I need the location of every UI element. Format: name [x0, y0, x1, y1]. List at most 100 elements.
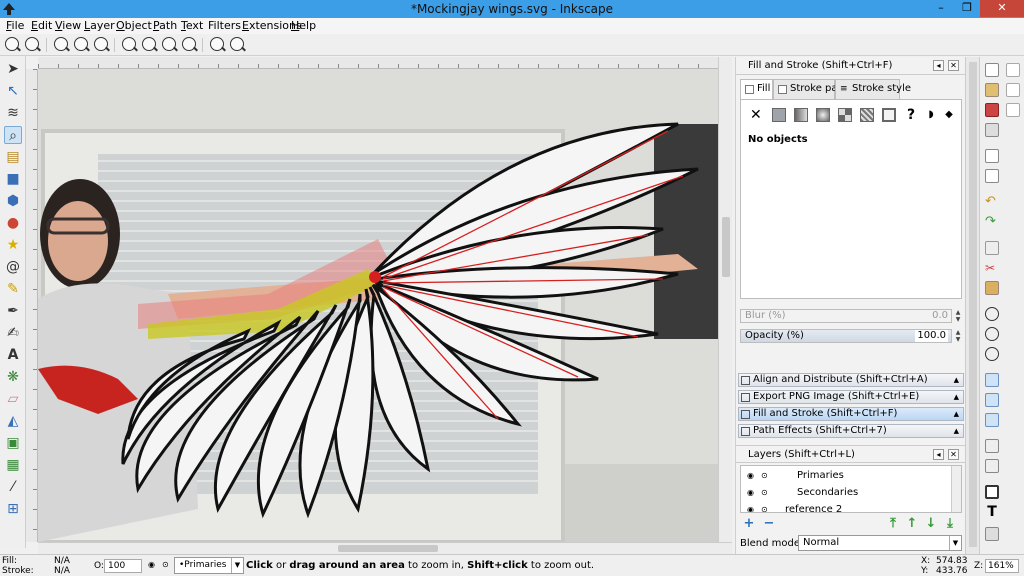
dropper-tool-icon[interactable]: ⁄	[4, 478, 22, 496]
dock-fill-stroke[interactable]: Fill and Stroke (Shift+Ctrl+F) ▲	[738, 407, 964, 421]
panel-close-icon[interactable]: ✕	[948, 60, 959, 71]
zoom-drawing-icon[interactable]	[985, 327, 999, 341]
tab-stroke-paint[interactable]: Stroke paint	[773, 79, 851, 99]
close-button[interactable]: ✕	[980, 0, 1024, 17]
mesh-gradient-icon[interactable]	[838, 108, 852, 122]
radial-gradient-icon[interactable]	[816, 108, 830, 122]
save-icon[interactable]	[985, 103, 999, 117]
pen-tool-icon[interactable]: ✒	[4, 302, 22, 320]
clone-icon[interactable]	[985, 393, 999, 407]
flat-color-icon[interactable]	[772, 108, 786, 122]
opacity-spinbox[interactable]: 100	[104, 559, 142, 573]
copy-icon[interactable]	[985, 241, 999, 255]
unlock-icon[interactable]: ⊙	[761, 502, 768, 512]
menu-file[interactable]: File	[6, 19, 24, 32]
zoom-2-1-icon[interactable]	[94, 37, 108, 51]
current-layer-select[interactable]: •Primaries ▼	[174, 557, 244, 574]
unlink-clone-icon[interactable]	[985, 413, 999, 427]
new-document-icon[interactable]	[985, 63, 999, 77]
blur-spinner[interactable]: ▲ ▼	[954, 309, 962, 323]
menu-edit[interactable]: Edit	[31, 19, 52, 32]
lower-layer-to-bottom-icon[interactable]: ⤓	[943, 517, 957, 531]
zoom-in-icon[interactable]	[5, 37, 19, 51]
blur-slider[interactable]: Blur (%) 0.0	[740, 309, 952, 323]
linear-gradient-icon[interactable]	[794, 108, 808, 122]
pattern-icon[interactable]	[860, 108, 874, 122]
connector-tool-icon[interactable]: ⊞	[4, 500, 22, 518]
snap-toggle-icon[interactable]	[1006, 63, 1020, 77]
ellipse-tool-icon[interactable]: ●	[4, 214, 22, 232]
zoom-page-icon[interactable]	[162, 37, 176, 51]
spiral-tool-icon[interactable]: @	[4, 258, 22, 276]
open-document-icon[interactable]	[985, 83, 999, 97]
zoom-spinbox[interactable]: 161%	[985, 559, 1019, 573]
unlock-icon[interactable]: ⊙	[761, 485, 768, 501]
group-icon[interactable]	[985, 439, 999, 453]
menu-filters[interactable]: Filters	[208, 19, 241, 32]
stroke-indicator-value[interactable]: N/A	[54, 566, 70, 576]
import-icon[interactable]	[985, 149, 999, 163]
panel-iconify-icon[interactable]: ◂	[933, 449, 944, 460]
raise-layer-icon[interactable]: ↑	[905, 517, 919, 531]
zoom-selection-icon[interactable]	[122, 37, 136, 51]
paste-icon[interactable]	[985, 281, 999, 295]
star-tool-icon[interactable]: ★	[4, 236, 22, 254]
menu-object[interactable]: Object	[116, 19, 152, 32]
swatch-icon[interactable]	[882, 108, 896, 122]
zoom-next-icon[interactable]	[230, 37, 244, 51]
zoom-selection-icon[interactable]	[985, 307, 999, 321]
fill-rule-evenodd-icon[interactable]: ◗	[924, 108, 938, 122]
export-icon[interactable]	[985, 169, 999, 183]
tab-stroke-style[interactable]: ≡ Stroke style	[835, 79, 911, 99]
gradient-tool-icon[interactable]: ▣	[4, 434, 22, 452]
raise-layer-to-top-icon[interactable]: ⤒	[886, 517, 900, 531]
layers-scrollbar[interactable]	[951, 466, 961, 512]
snap-edges-icon[interactable]	[1006, 103, 1020, 117]
zoom-out-icon[interactable]	[25, 37, 39, 51]
opacity-slider[interactable]: Opacity (%) 100.0	[740, 329, 952, 343]
opacity-spinner[interactable]: ▲ ▼	[954, 329, 962, 343]
drawing-canvas[interactable]	[38, 69, 718, 542]
horizontal-ruler[interactable]	[38, 57, 718, 69]
undo-icon[interactable]: ↶	[985, 195, 999, 209]
spray-tool-icon[interactable]: ❋	[4, 368, 22, 386]
panel-close-icon[interactable]: ✕	[948, 449, 959, 460]
blend-mode-select[interactable]: Normal ▼	[798, 535, 962, 551]
layer-row[interactable]: ◉ ⊙ Secondaries	[741, 485, 951, 501]
eye-icon[interactable]: ◉	[747, 468, 754, 484]
calligraphy-tool-icon[interactable]: ✍	[4, 324, 22, 342]
maximize-button[interactable]: ❐	[954, 0, 980, 17]
3d-box-tool-icon[interactable]: ⬢	[4, 192, 22, 210]
layer-row[interactable]: ◉ ⊙ Primaries	[741, 468, 951, 484]
tweak-tool-icon[interactable]: ≋	[4, 104, 22, 122]
tab-fill[interactable]: Fill	[740, 79, 773, 100]
rectangle-tool-icon[interactable]: ■	[4, 170, 22, 188]
canvas-horizontal-scrollbar[interactable]	[38, 542, 732, 554]
remove-layer-icon[interactable]: −	[762, 517, 776, 531]
panel-iconify-icon[interactable]: ◂	[933, 60, 944, 71]
fill-indicator-value[interactable]: N/A	[54, 556, 70, 566]
duplicate-icon[interactable]	[985, 373, 999, 387]
layer-visibility-icon[interactable]: ◉	[148, 560, 155, 569]
ungroup-icon[interactable]	[985, 459, 999, 473]
text-tool-icon[interactable]: A	[4, 346, 22, 364]
canvas-vertical-scrollbar[interactable]	[718, 57, 732, 542]
pencil-tool-icon[interactable]: ✎	[4, 280, 22, 298]
zoom-tool-icon[interactable]: ⌕	[4, 126, 22, 144]
eye-icon[interactable]: ◉	[747, 485, 754, 501]
zoom-drawing-icon[interactable]	[142, 37, 156, 51]
snap-bbox-icon[interactable]	[1006, 83, 1020, 97]
redo-icon[interactable]: ↷	[985, 215, 999, 229]
mesh-tool-icon[interactable]: ▦	[4, 456, 22, 474]
fill-rule-nonzero-icon[interactable]: ◆	[942, 108, 956, 122]
menu-text[interactable]: Text	[181, 19, 203, 32]
cut-icon[interactable]: ✂	[985, 261, 999, 275]
menu-layer[interactable]: Layer	[84, 19, 115, 32]
menu-view[interactable]: View	[55, 19, 81, 32]
node-tool-icon[interactable]: ↖	[4, 82, 22, 100]
measure-tool-icon[interactable]: ▤	[4, 148, 22, 166]
text-font-icon[interactable]: T	[985, 505, 999, 519]
layer-row[interactable]: ◉ ⊙ reference 2	[741, 502, 951, 512]
eraser-tool-icon[interactable]: ▱	[4, 390, 22, 408]
fill-stroke-icon[interactable]	[985, 485, 999, 499]
